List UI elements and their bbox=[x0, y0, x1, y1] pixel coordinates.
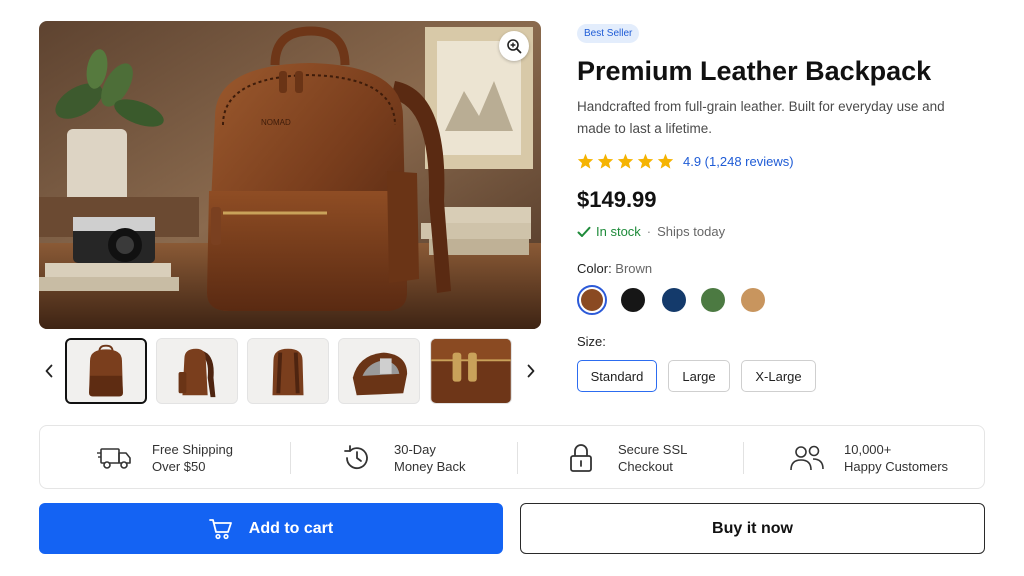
rating: 4.9 (1,248 reviews) bbox=[577, 151, 794, 171]
star-icon bbox=[657, 153, 674, 169]
separator-dot: · bbox=[646, 224, 652, 239]
cart-icon bbox=[208, 518, 232, 539]
backpack-detail-thumbnail bbox=[431, 339, 511, 403]
feature-line-1: Secure SSL bbox=[618, 442, 688, 457]
feature-line-2: Checkout bbox=[618, 459, 673, 474]
swatch-green[interactable] bbox=[701, 288, 725, 312]
product-price: $149.99 bbox=[577, 187, 657, 212]
main-product-image[interactable]: NOMAD bbox=[39, 21, 541, 329]
backpack-front-thumbnail bbox=[67, 340, 145, 402]
features-bar: Free Shipping Over $50 30-Day Money Back bbox=[39, 425, 985, 489]
buy-now-button[interactable]: Buy it now bbox=[520, 503, 985, 554]
add-to-cart-label: Add to cart bbox=[248, 519, 334, 537]
star-icon bbox=[617, 153, 634, 169]
feature-line-2: Happy Customers bbox=[844, 459, 949, 474]
feature-money-back: 30-Day Money Back bbox=[338, 426, 466, 490]
size-large-button[interactable]: Large bbox=[668, 360, 730, 392]
feature-happy-customers: 10,000+ Happy Customers bbox=[788, 426, 948, 490]
add-to-cart-button[interactable]: Add to cart bbox=[39, 503, 503, 554]
stock-status: In stock · Ships today bbox=[577, 224, 725, 239]
ships-today-text: Ships today bbox=[657, 224, 726, 239]
divider bbox=[290, 442, 291, 474]
thumbnail-interior[interactable] bbox=[338, 338, 420, 404]
thumbnail-back[interactable] bbox=[247, 338, 329, 404]
lock-icon bbox=[570, 444, 592, 472]
feature-free-shipping: Free Shipping Over $50 bbox=[96, 426, 233, 490]
feature-line-1: 10,000+ bbox=[844, 442, 892, 457]
chevron-left-icon bbox=[45, 364, 53, 378]
feature-line-2: Over $50 bbox=[152, 459, 206, 474]
feature-line-1: Free Shipping bbox=[152, 442, 233, 457]
star-icon bbox=[577, 153, 594, 169]
history-icon bbox=[344, 445, 368, 470]
divider bbox=[517, 442, 518, 474]
size-standard-button[interactable]: Standard bbox=[577, 360, 657, 392]
backpack-interior-thumbnail bbox=[339, 339, 419, 403]
backpack-back-thumbnail bbox=[248, 339, 328, 403]
reviews-link[interactable]: 4.9 (1,248 reviews) bbox=[683, 154, 794, 169]
star-icon bbox=[597, 153, 614, 169]
swatch-brown[interactable] bbox=[577, 285, 607, 315]
thumbnail-next-button[interactable] bbox=[519, 359, 543, 383]
in-stock-text: In stock bbox=[596, 224, 641, 239]
swatch-navy[interactable] bbox=[662, 288, 686, 312]
zoom-button[interactable] bbox=[499, 31, 529, 61]
feature-line-2: Money Back bbox=[394, 459, 466, 474]
users-icon bbox=[790, 445, 824, 471]
thumbnail-front[interactable] bbox=[65, 338, 147, 404]
brand-mark: NOMAD bbox=[261, 118, 291, 127]
product-description: Handcrafted from full-grain leather. Bui… bbox=[577, 99, 945, 136]
divider bbox=[743, 442, 744, 474]
swatch-tan[interactable] bbox=[741, 288, 765, 312]
backpack-side-thumbnail bbox=[157, 339, 237, 403]
product-title: Premium Leather Backpack bbox=[577, 56, 932, 86]
star-icon bbox=[637, 153, 654, 169]
thumbnail-strip bbox=[39, 338, 541, 404]
feature-secure-checkout: Secure SSL Checkout bbox=[562, 426, 687, 490]
truck-icon bbox=[97, 448, 131, 469]
color-label: Color: Brown bbox=[577, 261, 652, 276]
chevron-right-icon bbox=[527, 364, 535, 378]
best-seller-badge: Best Seller bbox=[577, 24, 640, 43]
swatch-black[interactable] bbox=[621, 288, 645, 312]
checkmark-icon bbox=[577, 226, 591, 237]
thumbnail-detail[interactable] bbox=[430, 338, 512, 404]
thumbnail-side[interactable] bbox=[156, 338, 238, 404]
star-rating bbox=[577, 153, 674, 169]
thumbnail-prev-button[interactable] bbox=[37, 359, 61, 383]
selected-color-value: Brown bbox=[615, 261, 653, 276]
backpack-photo: NOMAD bbox=[39, 21, 541, 329]
feature-line-1: 30-Day bbox=[394, 442, 436, 457]
size-label: Size: bbox=[577, 334, 606, 349]
zoom-in-icon bbox=[507, 39, 522, 54]
size-x-large-button[interactable]: X-Large bbox=[741, 360, 816, 392]
color-label-text: Color: bbox=[577, 261, 616, 276]
